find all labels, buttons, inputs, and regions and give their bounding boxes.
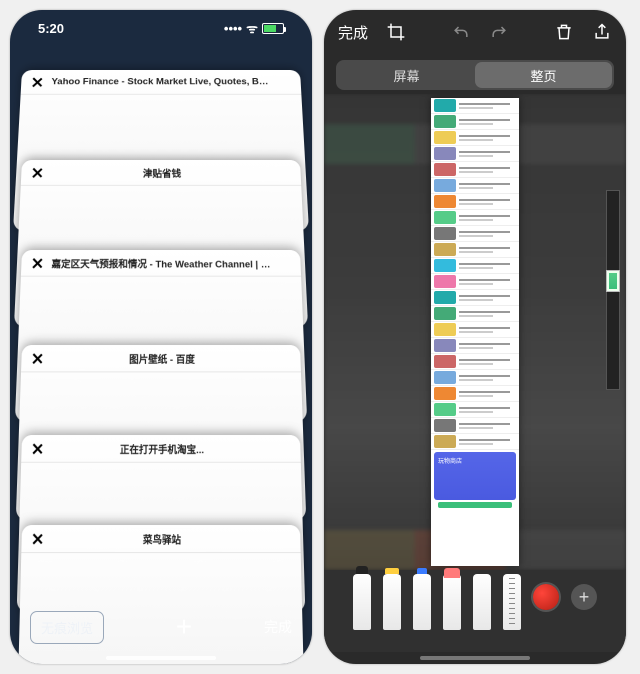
private-browsing-button[interactable]: 无痕浏览 (30, 611, 104, 644)
tab-title: 图片壁纸 - 百度 (51, 351, 290, 366)
promo-card: 玩物商店 (434, 452, 516, 500)
tab-title: 正在打开手机淘宝... (52, 441, 291, 456)
signal-icon: •••• (224, 21, 242, 36)
close-icon[interactable] (31, 166, 44, 178)
trash-icon[interactable] (554, 22, 574, 42)
marker-tool[interactable] (383, 574, 401, 630)
segment-fullpage[interactable]: 整页 (475, 62, 612, 88)
status-indicators: •••• ᯤ (224, 19, 284, 37)
status-bar: 5:20 •••• ᯤ (10, 10, 312, 46)
eraser-tool[interactable] (443, 574, 461, 630)
pen-tool[interactable] (353, 574, 371, 630)
tab-toolbar: 无痕浏览 + 完成 (18, 604, 304, 650)
crop-icon[interactable] (386, 22, 406, 42)
add-tool-button[interactable]: + (571, 584, 597, 610)
done-button[interactable]: 完成 (338, 22, 368, 43)
page-scrubber[interactable] (606, 190, 620, 390)
status-time: 5:20 (38, 21, 64, 36)
tab-title: 津贴省钱 (51, 165, 291, 179)
pencil-tool[interactable] (413, 574, 431, 630)
ruler-tool[interactable] (503, 574, 521, 630)
lasso-tool[interactable] (473, 574, 491, 630)
close-icon[interactable] (31, 76, 44, 87)
close-icon[interactable] (31, 352, 43, 365)
done-button[interactable]: 完成 (264, 617, 292, 637)
redo-icon[interactable] (489, 22, 509, 42)
markup-tools: + (324, 570, 626, 652)
tab-title: 嘉定区天气预报和情况 - The Weather Channel | Weath… (51, 256, 290, 270)
tab-grid[interactable]: Yahoo Finance - Stock Market Live, Quote… (22, 60, 300, 600)
battery-icon (262, 23, 284, 34)
tab-title: Yahoo Finance - Stock Market Live, Quote… (51, 77, 291, 87)
markup-toolbar: 完成 (324, 10, 626, 54)
safari-tabs-phone: 5:20 •••• ᯤ Yahoo Finance - Stock Market… (10, 10, 312, 664)
tab-title: 菜鸟驿站 (52, 531, 291, 546)
page-mode-segment[interactable]: 屏幕 整页 (336, 60, 614, 90)
close-icon[interactable] (31, 442, 43, 455)
share-icon[interactable] (592, 22, 612, 42)
markup-phone: 完成 屏幕 整页 玩物商店 (324, 10, 626, 664)
close-icon[interactable] (31, 257, 44, 269)
color-picker[interactable] (533, 584, 559, 610)
markup-canvas[interactable]: 玩物商店 (324, 94, 626, 570)
home-indicator (106, 656, 216, 660)
fullpage-preview[interactable]: 玩物商店 (431, 98, 519, 566)
home-indicator (420, 656, 530, 660)
close-icon[interactable] (32, 532, 44, 545)
segment-screen[interactable]: 屏幕 (338, 62, 475, 88)
undo-icon[interactable] (451, 22, 471, 42)
scrubber-indicator[interactable] (606, 270, 620, 292)
new-tab-button[interactable]: + (176, 611, 192, 643)
wifi-icon: ᯤ (246, 19, 258, 37)
